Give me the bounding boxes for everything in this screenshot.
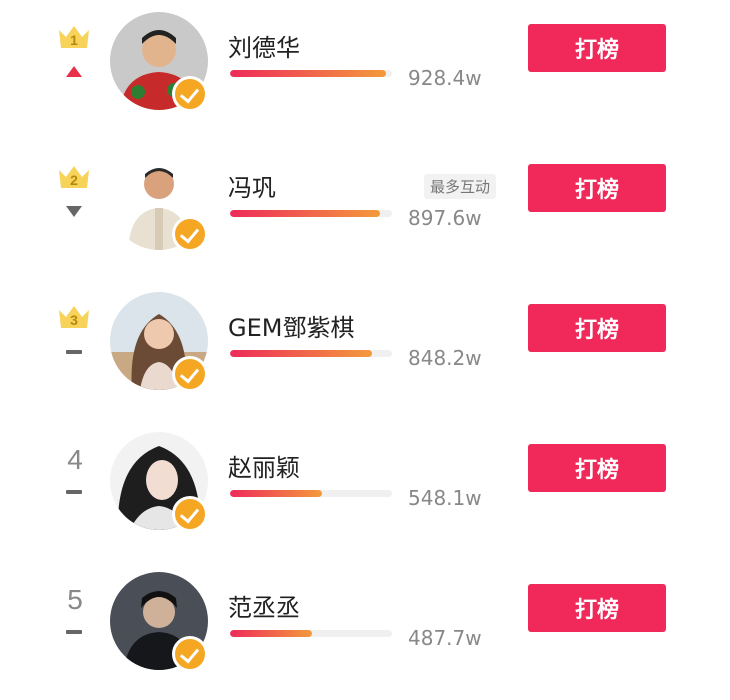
rank-badge: 3 <box>52 302 100 372</box>
vote-button[interactable]: 打榜 <box>528 444 666 492</box>
verified-check-icon <box>172 356 208 392</box>
rank-badge: 4 <box>52 442 100 512</box>
artist-name: GEM鄧紫棋 <box>228 314 355 342</box>
verified-check-icon <box>172 216 208 252</box>
leaderboard-list: 1 刘德华 928.4w 打榜 2 冯巩 最多互动 897.6w 打榜 3 GE… <box>0 0 730 685</box>
rank-number: 5 <box>67 584 83 615</box>
vote-count: 848.2w <box>408 346 482 370</box>
crown-icon: 1 <box>56 22 92 52</box>
rank-number: 1 <box>70 32 78 48</box>
vote-button[interactable]: 打榜 <box>528 24 666 72</box>
vote-progress-bar <box>230 490 392 497</box>
rank-badge: 2 <box>52 162 100 232</box>
verified-check-icon <box>172 496 208 532</box>
list-item: 1 刘德华 928.4w 打榜 <box>0 0 730 140</box>
rank-badge: 1 <box>52 22 100 92</box>
list-item: 3 GEM鄧紫棋 848.2w 打榜 <box>0 280 730 420</box>
verified-check-icon <box>172 76 208 112</box>
trend-up-icon <box>64 66 84 80</box>
vote-count: 928.4w <box>408 66 482 90</box>
vote-progress-fill <box>230 70 386 77</box>
vote-count: 897.6w <box>408 206 482 230</box>
vote-count: 487.7w <box>408 626 482 650</box>
trend-down-icon <box>64 206 84 220</box>
vote-progress-bar <box>230 70 392 77</box>
list-item: 2 冯巩 最多互动 897.6w 打榜 <box>0 140 730 280</box>
trend-unchanged-icon <box>64 346 84 360</box>
rank-number: 3 <box>70 312 78 328</box>
artist-name: 冯巩 <box>228 174 276 202</box>
vote-count: 548.1w <box>408 486 482 510</box>
vote-progress-bar <box>230 210 392 217</box>
vote-progress-fill <box>230 210 381 217</box>
vote-progress-bar <box>230 630 392 637</box>
vote-progress-fill <box>230 490 322 497</box>
crown-icon: 3 <box>56 302 92 332</box>
trend-unchanged-icon <box>64 486 84 500</box>
most-interaction-badge: 最多互动 <box>424 174 497 199</box>
vote-progress-fill <box>230 350 373 357</box>
trend-unchanged-icon <box>64 626 84 640</box>
vote-button[interactable]: 打榜 <box>528 164 666 212</box>
vote-progress-bar <box>230 350 392 357</box>
vote-button[interactable]: 打榜 <box>528 304 666 352</box>
rank-number: 2 <box>70 172 78 188</box>
list-item: 5 范丞丞 487.7w 打榜 <box>0 560 730 700</box>
artist-name: 赵丽颖 <box>228 454 300 482</box>
vote-button[interactable]: 打榜 <box>528 584 666 632</box>
crown-icon: 2 <box>56 162 92 192</box>
rank-badge: 5 <box>52 582 100 652</box>
list-item: 4 赵丽颖 548.1w 打榜 <box>0 420 730 560</box>
artist-name: 范丞丞 <box>228 594 300 622</box>
artist-name: 刘德华 <box>228 34 300 62</box>
vote-progress-fill <box>230 630 312 637</box>
rank-number: 4 <box>67 444 83 475</box>
verified-check-icon <box>172 636 208 672</box>
